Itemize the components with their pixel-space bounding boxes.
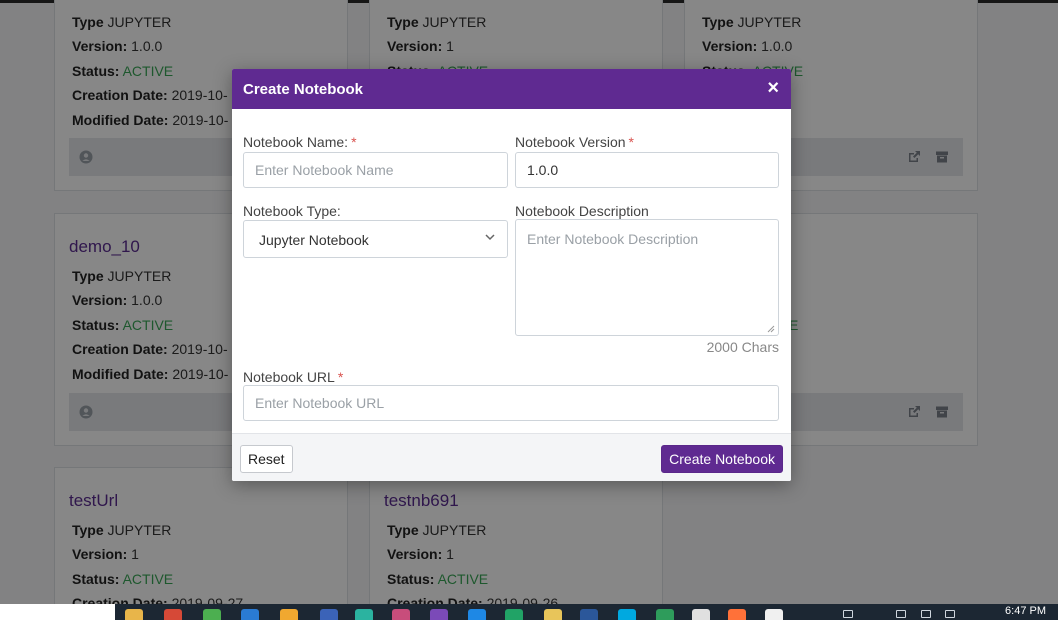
notebook-type-select[interactable]: Jupyter Notebook	[243, 220, 508, 258]
browser-icon[interactable]	[241, 609, 259, 620]
notebook-type-label: Notebook Type:	[243, 203, 341, 219]
create-notebook-button[interactable]: Create Notebook	[661, 445, 783, 473]
skype-icon[interactable]	[618, 609, 636, 620]
app-icon[interactable]	[203, 609, 221, 620]
chevron-down-icon	[485, 234, 495, 241]
pycharm-icon[interactable]	[505, 609, 523, 620]
create-notebook-modal: Create Notebook × Notebook Name:* Notebo…	[232, 69, 791, 481]
notebook-name-label: Notebook Name: *	[243, 134, 357, 150]
firefox-icon[interactable]	[728, 609, 746, 620]
notebook-description-input[interactable]	[515, 219, 779, 336]
modal-footer: Reset Create Notebook	[232, 433, 791, 481]
app-icon[interactable]	[765, 609, 783, 620]
notebook-type-value: Jupyter Notebook	[259, 232, 369, 248]
keyboard-icon[interactable]	[945, 610, 955, 618]
notebook-name-input[interactable]	[243, 152, 508, 188]
app-icon[interactable]	[280, 609, 298, 620]
taskbar-search-area[interactable]	[0, 604, 115, 620]
description-char-count: 2000 Chars	[706, 339, 779, 355]
app-icon[interactable]	[430, 609, 448, 620]
app-icon[interactable]	[656, 609, 674, 620]
notebook-version-label: Notebook Version *	[515, 134, 634, 150]
required-mark: *	[337, 369, 344, 385]
folder-icon[interactable]	[125, 609, 143, 620]
required-mark: *	[628, 134, 634, 150]
taskbar-clock[interactable]: 6:47 PM	[1005, 605, 1046, 617]
modal-title: Create Notebook	[243, 81, 364, 98]
modal-header: Create Notebook ×	[232, 69, 791, 109]
display-icon[interactable]	[921, 610, 931, 618]
network-icon[interactable]	[843, 610, 853, 618]
close-icon[interactable]: ×	[767, 78, 779, 98]
folder-icon[interactable]	[544, 609, 562, 620]
reset-button[interactable]: Reset	[240, 445, 293, 473]
chrome-icon[interactable]	[164, 609, 182, 620]
notebook-url-label: Notebook URL *	[243, 369, 344, 385]
app-icon[interactable]	[392, 609, 410, 620]
notepad-icon[interactable]	[692, 609, 710, 620]
notebook-description-label: Notebook Description	[515, 203, 649, 219]
required-mark: *	[351, 134, 357, 150]
app-icon[interactable]	[468, 609, 486, 620]
taskbar: 6:47 PM	[0, 604, 1058, 620]
volume-icon[interactable]	[896, 610, 906, 618]
resize-grip-icon[interactable]	[766, 324, 775, 333]
notebook-version-input[interactable]	[515, 152, 779, 188]
notebook-url-input[interactable]	[243, 385, 779, 421]
app-icon[interactable]	[355, 609, 373, 620]
app-icon[interactable]	[320, 609, 338, 620]
word-icon[interactable]	[580, 609, 598, 620]
